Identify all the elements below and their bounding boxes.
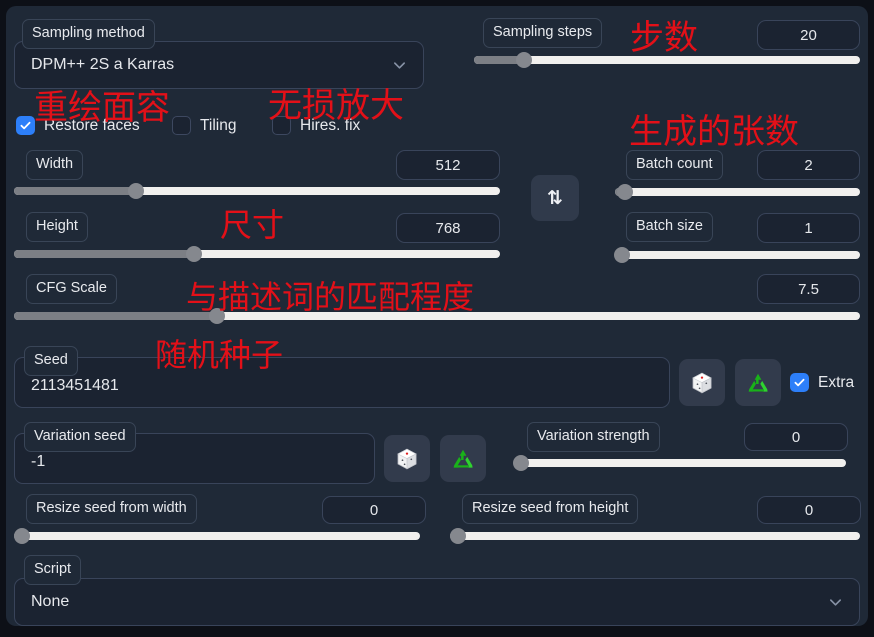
annotation-text: 无损放大 xyxy=(268,86,404,126)
resize-seed-from-width-label: Resize seed from width xyxy=(26,494,197,524)
cfg-scale-input[interactable]: 7.5 xyxy=(757,274,860,304)
slider-track xyxy=(14,532,420,540)
slider-knob[interactable] xyxy=(614,247,631,263)
dice-icon xyxy=(690,371,714,395)
height-input[interactable]: 768 xyxy=(396,213,500,243)
width-label: Width xyxy=(26,150,84,180)
resize-seed-from-width-slider[interactable] xyxy=(14,528,420,544)
annotation-text: 重绘面容 xyxy=(34,88,170,128)
slider-track xyxy=(514,459,846,467)
checkbox-mark xyxy=(172,116,191,135)
recycle-icon xyxy=(746,371,770,395)
height-slider[interactable] xyxy=(14,246,500,262)
resize-seed-from-height-label: Resize seed from height xyxy=(462,494,639,524)
annotation-text: 与描述词的匹配程度 xyxy=(186,278,475,316)
resize-seed-from-width-input[interactable]: 0 xyxy=(322,496,426,524)
script-dropdown[interactable]: None xyxy=(14,578,860,626)
extra-label: Extra xyxy=(818,373,855,391)
batch-size-input[interactable]: 1 xyxy=(757,213,860,243)
slider-fill xyxy=(14,187,136,195)
seed-label: Seed xyxy=(24,346,78,376)
annotation-text: 尺寸 xyxy=(220,206,285,244)
batch-size-slider[interactable] xyxy=(614,247,860,263)
batch-count-slider[interactable] xyxy=(615,184,860,200)
chevron-down-icon xyxy=(392,58,407,73)
script-value: None xyxy=(31,593,70,610)
slider-track xyxy=(615,251,860,259)
slider-knob[interactable] xyxy=(127,183,144,199)
stable-diffusion-txt2img-settings: Sampling method DPM++ 2S a Karras Sampli… xyxy=(0,0,874,637)
slider-knob[interactable] xyxy=(616,184,633,200)
batch-count-label: Batch count xyxy=(626,150,723,180)
seed-recycle-button[interactable] xyxy=(735,359,781,406)
variation-strength-slider[interactable] xyxy=(512,455,846,471)
slider-knob[interactable] xyxy=(512,455,529,471)
swap-vertical-icon: ⇅ xyxy=(547,187,563,209)
checkbox-mark xyxy=(790,373,809,392)
sampling-method-label: Sampling method xyxy=(22,19,155,49)
annotation-text: 随机种子 xyxy=(155,336,284,374)
cfg-scale-label: CFG Scale xyxy=(26,274,117,304)
dice-icon xyxy=(395,447,419,471)
chevron-down-icon xyxy=(828,595,843,610)
extra-checkbox[interactable]: Extra xyxy=(790,373,854,392)
seed-input[interactable]: 2113451481 xyxy=(14,357,670,408)
recycle-icon xyxy=(451,447,475,471)
height-label: Height xyxy=(26,212,88,242)
slider-knob[interactable] xyxy=(450,528,467,544)
slider-knob[interactable] xyxy=(516,52,533,68)
annotation-text: 步数 xyxy=(630,18,698,58)
swap-dimensions-button[interactable]: ⇅ xyxy=(531,175,579,221)
slider-fill xyxy=(14,250,194,258)
seed-randomize-button[interactable] xyxy=(679,359,725,406)
slider-knob[interactable] xyxy=(14,528,31,544)
width-slider[interactable] xyxy=(14,183,500,199)
width-input[interactable]: 512 xyxy=(396,150,500,180)
sampling-method-value: DPM++ 2S a Karras xyxy=(31,56,175,73)
batch-size-label: Batch size xyxy=(626,212,713,242)
variation-seed-label: Variation seed xyxy=(24,422,136,452)
variation-strength-label: Variation strength xyxy=(527,422,660,452)
script-label: Script xyxy=(24,555,82,585)
tiling-label: Tiling xyxy=(200,116,237,134)
sampling-steps-label: Sampling steps xyxy=(483,18,603,48)
resize-seed-from-height-input[interactable]: 0 xyxy=(757,496,861,524)
batch-count-input[interactable]: 2 xyxy=(757,150,860,180)
seed-value: 2113451481 xyxy=(31,377,119,394)
slider-track xyxy=(615,188,860,196)
resize-seed-from-height-slider[interactable] xyxy=(450,528,860,544)
variation-seed-recycle-button[interactable] xyxy=(440,435,486,482)
variation-seed-randomize-button[interactable] xyxy=(384,435,430,482)
sampling-steps-input[interactable]: 20 xyxy=(757,20,860,50)
tiling-checkbox[interactable]: Tiling xyxy=(172,116,236,135)
checkbox-mark xyxy=(16,116,35,135)
slider-track xyxy=(450,532,860,540)
annotation-text: 生成的张数 xyxy=(629,112,799,152)
variation-seed-value: -1 xyxy=(31,453,46,470)
variation-strength-input[interactable]: 0 xyxy=(744,423,848,451)
slider-knob[interactable] xyxy=(185,246,202,262)
